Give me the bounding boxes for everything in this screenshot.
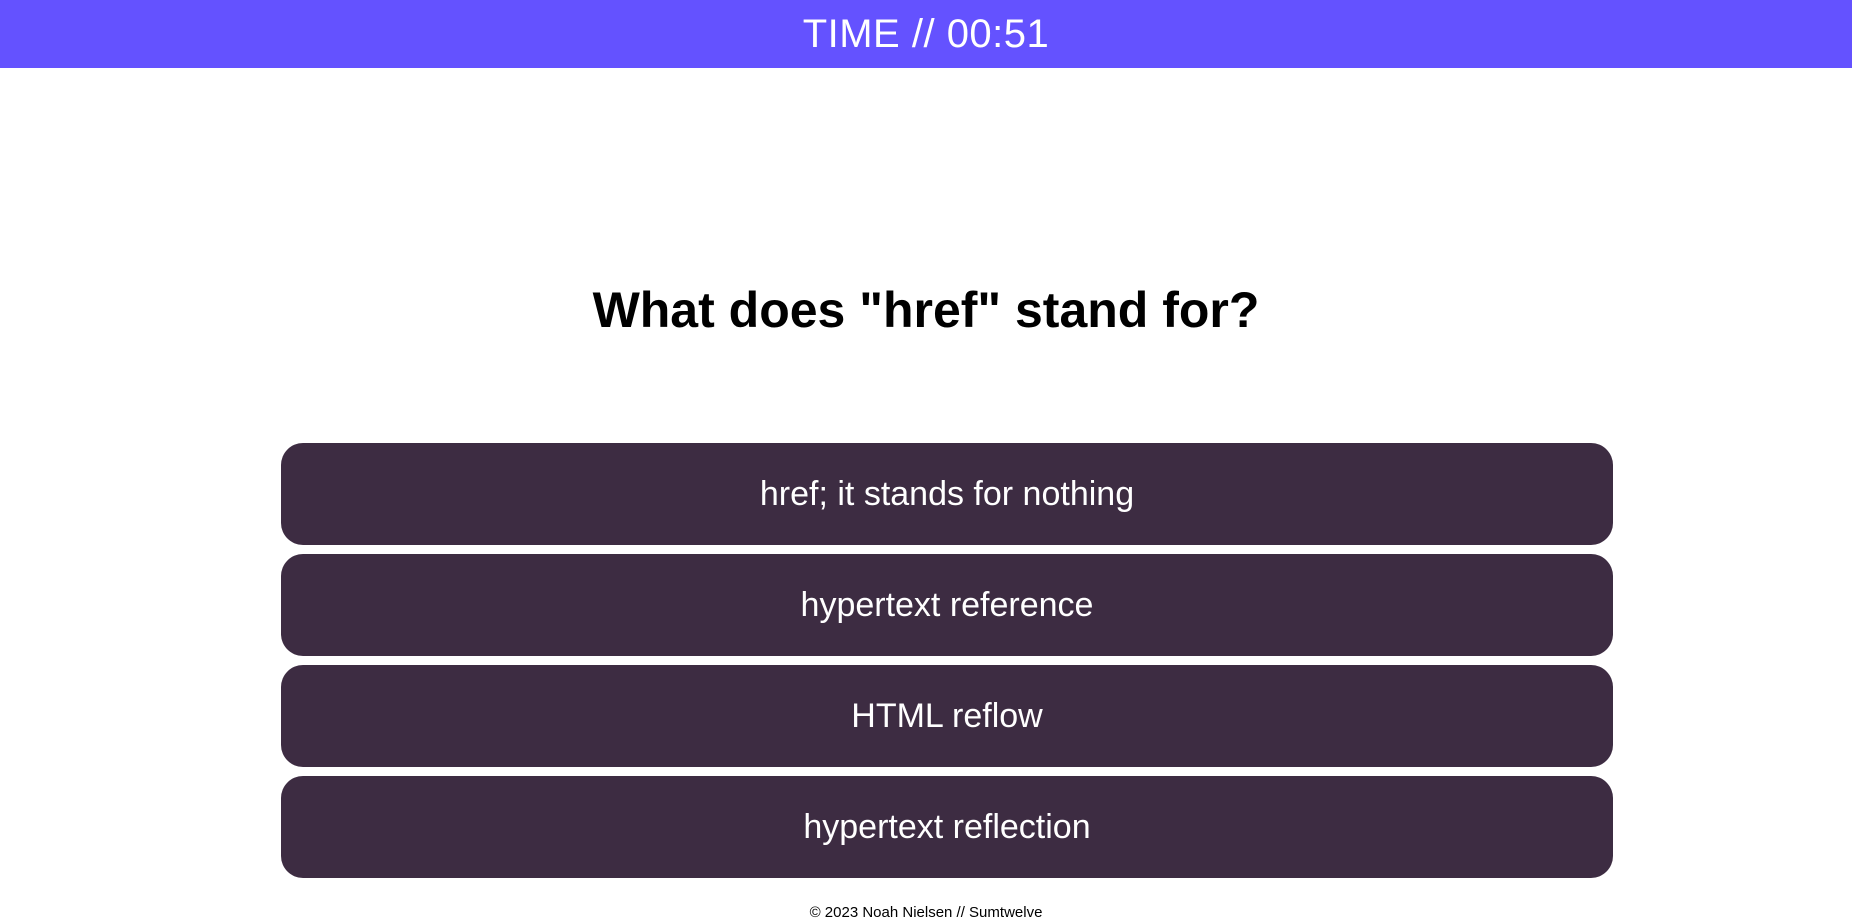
question-title: What does "href" stand for?	[592, 282, 1260, 338]
answer-button-1[interactable]: href; it stands for nothing	[281, 443, 1613, 545]
timer-bar: TIME // 00:51	[0, 0, 1852, 68]
answer-button-2[interactable]: hypertext reference	[281, 554, 1613, 656]
quiz-page: TIME // 00:51 What does "href" stand for…	[0, 0, 1852, 922]
footer-copyright: © 2023 Noah Nielsen // Sumtwelve	[809, 904, 1043, 921]
answer-button-3[interactable]: HTML reflow	[281, 665, 1613, 767]
timer-label: TIME // 00:51	[802, 12, 1050, 56]
answer-button-4[interactable]: hypertext reflection	[281, 776, 1613, 878]
answer-list: href; it stands for nothing hypertext re…	[281, 443, 1613, 887]
